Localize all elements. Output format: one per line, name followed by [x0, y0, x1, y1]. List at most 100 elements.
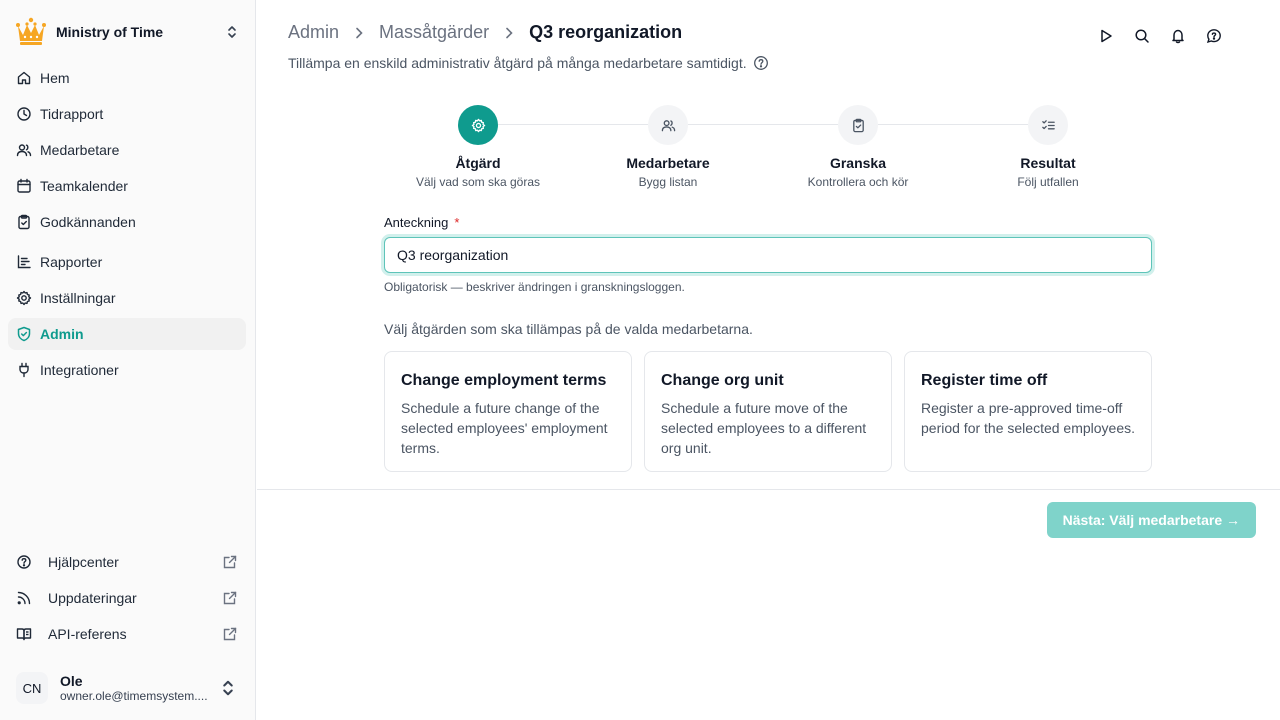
step-description: Välj vad som ska göras: [415, 175, 541, 189]
sidebar-item-label: Rapporter: [40, 254, 103, 270]
external-link-icon: [223, 591, 237, 605]
page-subtitle: Tillämpa en enskild administrativ åtgärd…: [288, 55, 769, 71]
user-email: owner.ole@timemsystem....: [60, 689, 208, 703]
shield-check-icon: [17, 326, 31, 342]
next-button[interactable]: Nästa: Välj medarbetare →: [1046, 502, 1256, 538]
sidebar-item-hem[interactable]: Hem: [8, 62, 246, 94]
step-granska[interactable]: Granska Kontrollera och kör: [763, 105, 953, 189]
sidebar-item-integrationer[interactable]: Integrationer: [8, 354, 246, 386]
sidebar-item-label: Hjälpcenter: [48, 554, 119, 570]
page-title: Q3 reorganization: [529, 22, 683, 42]
sidebar-item-label: Inställningar: [40, 290, 116, 306]
sidebar-item-tidrapport[interactable]: Tidrapport: [8, 98, 246, 130]
search-icon[interactable]: [1132, 26, 1152, 46]
user-info: Ole owner.ole@timemsystem....: [60, 673, 218, 703]
external-link-icon: [223, 555, 237, 569]
chevron-right-icon: [356, 27, 363, 38]
note-label-text: Anteckning: [384, 215, 449, 230]
sidebar-item-api-referens[interactable]: API-referens: [8, 616, 246, 652]
sidebar-item-admin[interactable]: Admin: [8, 318, 246, 350]
page-subtitle-text: Tillämpa en enskild administrativ åtgärd…: [288, 55, 747, 71]
clock-icon: [17, 107, 31, 121]
list-checks-icon: [1041, 119, 1055, 129]
header-actions: [1080, 26, 1224, 46]
step-medarbetare[interactable]: Medarbetare Bygg listan: [573, 105, 763, 189]
sidebar-item-teamkalender[interactable]: Teamkalender: [8, 170, 246, 202]
footer-divider: [257, 489, 1280, 490]
external-link-icon: [223, 627, 237, 641]
step-description: Följ utfallen: [1017, 175, 1079, 189]
sidebar-item-godkannanden[interactable]: Godkännanden: [8, 206, 246, 238]
step-resultat[interactable]: Resultat Följ utfallen: [953, 105, 1143, 189]
note-input[interactable]: [384, 237, 1152, 273]
help-chat-icon[interactable]: [1204, 26, 1224, 46]
step-title: Granska: [829, 155, 887, 171]
sidebar-item-hjalpcenter[interactable]: Hjälpcenter: [8, 544, 246, 580]
sidebar-item-label: Medarbetare: [40, 142, 120, 158]
clipboard-check-icon: [18, 214, 30, 230]
action-instructions: Välj åtgärden som ska tillämpas på de va…: [384, 321, 753, 337]
note-hint: Obligatorisk — beskriver ändringen i gra…: [384, 280, 685, 294]
action-card-description: Register a pre-approved time-off period …: [921, 400, 1136, 436]
play-icon[interactable]: [1096, 26, 1116, 46]
crown-logo: [14, 15, 48, 49]
avatar: CN: [16, 672, 48, 704]
main-content: Admin Massåtgärder Q3 reorganization Til…: [257, 0, 1280, 720]
org-switcher[interactable]: Ministry of Time: [14, 14, 246, 50]
chevron-up-down-icon: [222, 22, 242, 42]
sidebar-item-label: Hem: [40, 70, 70, 86]
breadcrumb-admin[interactable]: Admin: [288, 22, 339, 43]
step-title: Åtgärd: [455, 155, 501, 171]
step-circle: [838, 105, 878, 145]
help-circle-icon[interactable]: [753, 55, 769, 71]
action-card-description: Schedule a future change of the selected…: [401, 400, 608, 456]
wizard-stepper: Åtgärd Välj vad som ska göras Medarbetar…: [383, 105, 1143, 195]
required-mark: *: [454, 215, 460, 230]
sidebar-item-rapporter[interactable]: Rapporter: [8, 246, 246, 278]
sidebar-item-label: Godkännanden: [40, 214, 136, 230]
breadcrumb-massatgarder[interactable]: Massåtgärder: [379, 22, 489, 43]
help-circle-icon: [17, 555, 31, 569]
action-card-description: Schedule a future move of the selected e…: [661, 400, 867, 456]
book-icon: [16, 628, 32, 641]
step-atgard[interactable]: Åtgärd Välj vad som ska göras: [383, 105, 573, 189]
users-icon: [661, 119, 675, 131]
user-name: Ole: [60, 673, 83, 689]
action-card-change-employment-terms[interactable]: Change employment terms Schedule a futur…: [384, 351, 632, 472]
calendar-icon: [17, 178, 31, 193]
sidebar-item-label: Integrationer: [40, 362, 119, 378]
users-icon: [16, 144, 32, 157]
action-card-register-time-off[interactable]: Register time off Register a pre-approve…: [904, 351, 1152, 472]
step-circle: [648, 105, 688, 145]
chevron-right-icon: [506, 27, 513, 38]
sidebar-item-label: Uppdateringar: [48, 590, 137, 606]
bell-icon[interactable]: [1168, 26, 1188, 46]
step-description: Kontrollera och kör: [807, 175, 909, 189]
gear-icon: [471, 118, 485, 132]
sidebar-item-label: Admin: [40, 326, 84, 342]
sidebar-item-label: API-referens: [48, 626, 127, 642]
org-name: Ministry of Time: [56, 24, 164, 40]
action-card-title: Change org unit: [661, 372, 784, 389]
gear-icon: [16, 290, 32, 306]
sidebar-bottom-nav: Hjälpcenter Uppdateringar API-referens: [8, 544, 246, 652]
action-card-title: Change employment terms: [401, 372, 607, 389]
sidebar-nav: Hem Tidrapport Medarbetare Teamkalender …: [8, 62, 246, 386]
note-label: Anteckning *: [384, 215, 459, 230]
chevron-up-down-icon: [223, 680, 233, 696]
clipboard-check-icon: [852, 118, 864, 132]
sidebar-item-installningar[interactable]: Inställningar: [8, 282, 246, 314]
sidebar: Ministry of Time Hem Tidrapport Medarbet…: [0, 0, 256, 720]
user-menu[interactable]: CN Ole owner.ole@timemsystem....: [8, 664, 246, 712]
sidebar-item-medarbetare[interactable]: Medarbetare: [8, 134, 246, 166]
sidebar-item-uppdateringar[interactable]: Uppdateringar: [8, 580, 246, 616]
action-cards: Change employment terms Schedule a futur…: [384, 351, 1152, 472]
step-title: Resultat: [1020, 155, 1076, 171]
action-card-change-org-unit[interactable]: Change org unit Schedule a future move o…: [644, 351, 892, 472]
step-circle: [458, 105, 498, 145]
plug-icon: [19, 362, 29, 378]
step-description: Bygg listan: [638, 175, 698, 189]
chart-icon: [17, 255, 31, 269]
sidebar-item-label: Teamkalender: [40, 178, 128, 194]
breadcrumb: Admin Massåtgärder Q3 reorganization: [288, 22, 682, 43]
